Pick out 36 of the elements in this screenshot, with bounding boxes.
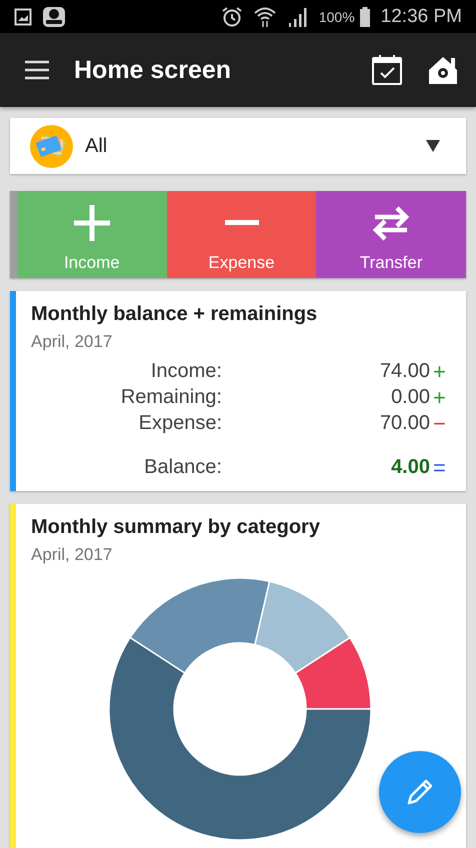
wifi-icon <box>252 6 277 28</box>
account-dropdown[interactable]: All <box>10 118 466 174</box>
balance-amount: 0.00 <box>390 386 430 409</box>
balance-amount: 4.00 <box>390 456 430 479</box>
menu-icon[interactable] <box>24 60 50 80</box>
cards-icon <box>30 124 73 168</box>
home-settings-icon[interactable] <box>427 54 459 86</box>
app-notification-icon <box>42 6 66 28</box>
transfer-button[interactable]: Transfer <box>316 191 466 278</box>
picture-notification-icon <box>14 8 32 26</box>
plus-icon <box>72 202 112 242</box>
balance-label: Remaining: <box>120 386 222 409</box>
balance-label: Income: <box>150 360 222 383</box>
expense-button[interactable]: Expense <box>166 191 316 278</box>
sign-symbol: + <box>432 386 447 408</box>
signal-icon <box>286 6 309 28</box>
card-date: April, 2017 <box>31 332 114 352</box>
balance-label: Balance: <box>143 456 222 479</box>
sign-symbol: = <box>432 456 447 478</box>
pencil-icon <box>405 777 435 807</box>
sign-symbol: − <box>432 412 447 434</box>
calendar-check-icon[interactable] <box>371 54 403 86</box>
alarm-icon <box>220 6 243 28</box>
balance-amount: 70.00 <box>378 412 430 435</box>
dropdown-arrow-icon <box>426 140 440 152</box>
screen-title: Home screen <box>74 56 232 84</box>
clock: 12:36 PM <box>380 6 462 28</box>
battery-icon <box>358 6 371 28</box>
card-title: Monthly balance + remainings <box>31 303 318 326</box>
balance-amount: 74.00 <box>378 360 430 383</box>
balance-label: Expense: <box>138 412 222 435</box>
card-date: April, 2017 <box>31 545 114 565</box>
battery-percent: 100% <box>318 8 355 24</box>
card-title: Monthly summary by category <box>31 516 321 539</box>
sign-symbol: + <box>432 360 447 382</box>
minus-icon <box>224 220 258 224</box>
